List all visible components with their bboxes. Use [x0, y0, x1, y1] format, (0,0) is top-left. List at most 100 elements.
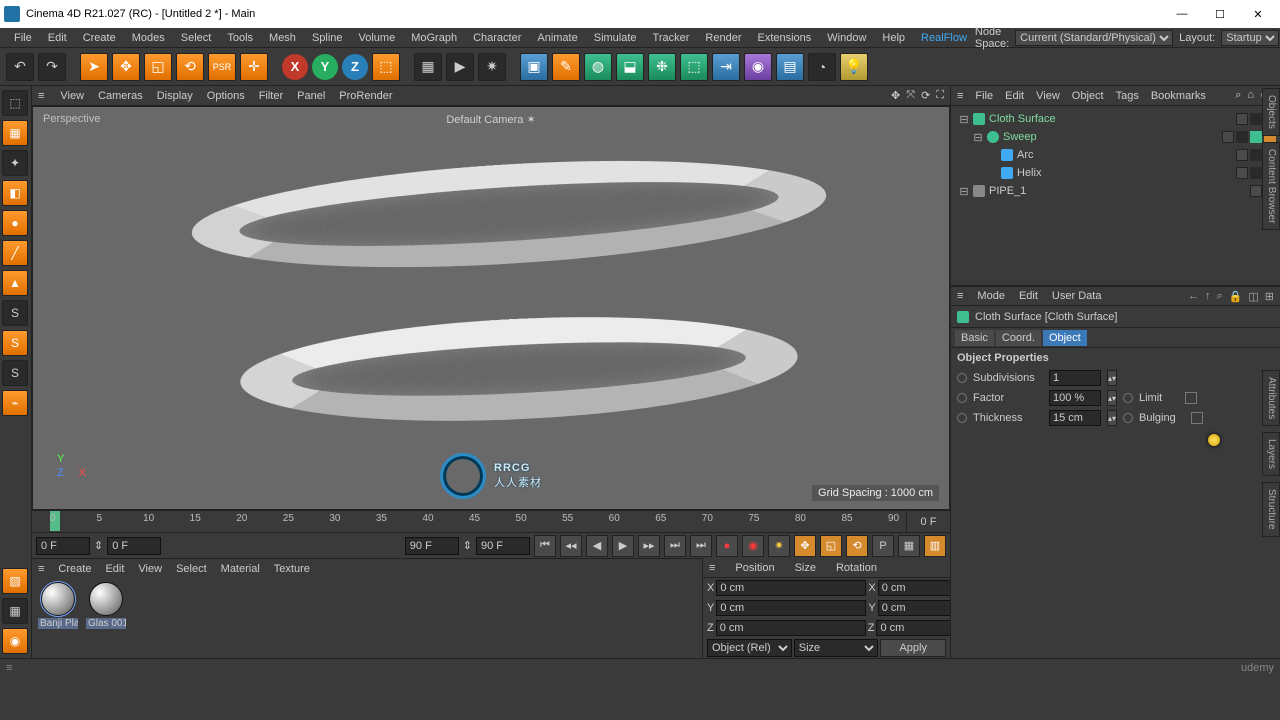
axis-y-toggle[interactable]: Y — [312, 54, 338, 80]
key-pla-button[interactable]: ▦ — [898, 535, 920, 557]
material-menu-texture[interactable]: Texture — [274, 563, 310, 575]
axis-x-toggle[interactable]: X — [282, 54, 308, 80]
attr-tab-basic[interactable]: Basic — [955, 330, 994, 346]
viewport-menu-filter[interactable]: Filter — [259, 90, 283, 102]
attr-search-icon[interactable]: ⌕ — [1217, 290, 1223, 303]
select-filter-button[interactable]: ▦ — [2, 598, 28, 624]
coord-pos-x-input[interactable] — [716, 580, 866, 596]
tree-tag-vis1[interactable] — [1250, 167, 1262, 179]
coord-hamburger-icon[interactable]: ≡ — [709, 562, 715, 574]
keyframe-sel-button[interactable]: ✷ — [768, 535, 790, 557]
record-button[interactable]: ● — [716, 535, 738, 557]
attr-tab-coord[interactable]: Coord. — [996, 330, 1041, 346]
environment-button[interactable]: ◉ — [744, 53, 772, 81]
object-tree[interactable]: ⊟Cloth Surface⊟SweepArcHelix⊟PIPE_1 — [951, 106, 1280, 286]
redo-button[interactable]: ↷ — [38, 53, 66, 81]
tree-row[interactable]: ⊟Sweep — [955, 128, 1276, 146]
viewport-nav-max-icon[interactable]: ⛶ — [936, 89, 944, 102]
rotate-tool-button[interactable]: ⟲ — [176, 53, 204, 81]
tree-expand-icon[interactable]: ⊟ — [959, 113, 969, 126]
tree-expand-icon[interactable]: ⊟ — [973, 131, 983, 144]
frame-loop-end-input[interactable] — [405, 537, 459, 555]
polygon-mode-button[interactable]: ▲ — [2, 270, 28, 296]
model-mode-button[interactable]: ▦ — [2, 120, 28, 146]
frame-step-icon[interactable]: ⇕ — [94, 539, 103, 552]
nodespace-select[interactable]: Current (Standard/Physical) — [1015, 30, 1173, 46]
tree-tag-vis1[interactable] — [1250, 149, 1262, 161]
material-name[interactable]: Banji Pla — [38, 618, 78, 629]
attr-menu-mode[interactable]: Mode — [977, 290, 1005, 302]
snap-button[interactable]: ⌁ — [2, 390, 28, 416]
attr-new-icon[interactable]: ◫ — [1248, 290, 1258, 303]
axis-mode-button[interactable]: S — [2, 300, 28, 326]
light-button[interactable]: 💡 — [840, 53, 868, 81]
key-pos-button[interactable]: ✥ — [794, 535, 816, 557]
goto-end-button[interactable]: ⏭ — [690, 535, 712, 557]
objmgr-menu-bookmarks[interactable]: Bookmarks — [1151, 90, 1206, 102]
menu-mograph[interactable]: MoGraph — [403, 30, 465, 46]
tree-object-name[interactable]: Helix — [1017, 167, 1232, 179]
tree-row[interactable]: ⊟Cloth Surface — [955, 110, 1276, 128]
mograph-button[interactable]: ⬚ — [680, 53, 708, 81]
menu-tools[interactable]: Tools — [219, 30, 261, 46]
attr-up-icon[interactable]: ↑ — [1205, 290, 1211, 303]
spline-pen-button[interactable]: ✎ — [552, 53, 580, 81]
menu-select[interactable]: Select — [173, 30, 220, 46]
psr-tool-button[interactable]: PSR — [208, 53, 236, 81]
attr-tab-object[interactable]: Object — [1043, 330, 1087, 346]
viewport-menu-cameras[interactable]: Cameras — [98, 90, 143, 102]
menu-modes[interactable]: Modes — [124, 30, 173, 46]
vtab-content-browser[interactable]: Content Browser — [1262, 142, 1280, 230]
menu-mesh[interactable]: Mesh — [261, 30, 304, 46]
workplane-mode-button[interactable]: ◧ — [2, 180, 28, 206]
goto-start-button[interactable]: ⏮ — [534, 535, 556, 557]
attr-menu-edit[interactable]: Edit — [1019, 290, 1038, 302]
menu-volume[interactable]: Volume — [351, 30, 404, 46]
material-menu-view[interactable]: View — [138, 563, 162, 575]
tree-object-name[interactable]: Arc — [1017, 149, 1232, 161]
move-tool-button[interactable]: ✥ — [112, 53, 140, 81]
material-slot[interactable]: Banji Pla — [38, 582, 78, 654]
frame-end-input[interactable] — [476, 537, 530, 555]
viewport-nav-zoom-icon[interactable]: ⤧ — [906, 89, 915, 102]
prop-anim-dot[interactable] — [1123, 413, 1133, 423]
tag-button[interactable]: ◔ — [808, 53, 836, 81]
prop-anim-dot[interactable] — [1123, 393, 1133, 403]
tree-row[interactable]: Helix — [955, 164, 1276, 182]
vtab-attributes[interactable]: Attributes — [1262, 370, 1280, 426]
menu-spline[interactable]: Spline — [304, 30, 351, 46]
material-panel[interactable]: Banji Pla Glas 001 — [32, 578, 702, 658]
camera-button[interactable]: ⇥ — [712, 53, 740, 81]
live-selection-button[interactable]: ➤ — [80, 53, 108, 81]
locked-button[interactable]: ◉ — [2, 628, 28, 654]
prop-subdiv-input[interactable] — [1049, 370, 1101, 386]
material-hamburger-icon[interactable]: ≡ — [38, 563, 44, 575]
material-name[interactable]: Glas 001 — [86, 618, 126, 629]
tree-tag-chk[interactable] — [1250, 131, 1262, 143]
viewport-nav-pan-icon[interactable]: ✥ — [891, 89, 900, 102]
undo-button[interactable]: ↶ — [6, 53, 34, 81]
key-scale-button[interactable]: ◱ — [820, 535, 842, 557]
objmgr-menu-object[interactable]: Object — [1072, 90, 1104, 102]
render-pv-button[interactable]: ▶ — [446, 53, 474, 81]
perspective-viewport[interactable]: Perspective Default Camera ✶ Y Z X Grid … — [32, 106, 950, 510]
coord-pos-y-input[interactable] — [716, 600, 866, 616]
objmgr-menu-file[interactable]: File — [975, 90, 993, 102]
menu-character[interactable]: Character — [465, 30, 529, 46]
scale-tool-button[interactable]: ◱ — [144, 53, 172, 81]
objmgr-home-icon[interactable]: ⌂ — [1247, 89, 1254, 102]
tree-expand-icon[interactable]: ⊟ — [959, 185, 969, 198]
spinner-icon[interactable]: ▴▾ — [1107, 370, 1117, 386]
coord-apply-button[interactable]: Apply — [880, 639, 946, 657]
menu-help[interactable]: Help — [874, 30, 913, 46]
layout-select[interactable]: Startup — [1221, 30, 1279, 46]
prop-limit-checkbox[interactable] — [1185, 392, 1197, 404]
material-preview-icon[interactable] — [89, 582, 123, 616]
viewport-menu-prorender[interactable]: ProRender — [339, 90, 392, 102]
key-param-button[interactable]: P — [872, 535, 894, 557]
viewport-menu-panel[interactable]: Panel — [297, 90, 325, 102]
window-close-button[interactable]: ✕ — [1248, 8, 1268, 21]
next-frame-button[interactable]: ▸▸ — [638, 535, 660, 557]
timeline-ruler[interactable]: 051015202530354045505560657075808590 — [32, 511, 906, 532]
next-key-button[interactable]: ⏭ — [664, 535, 686, 557]
